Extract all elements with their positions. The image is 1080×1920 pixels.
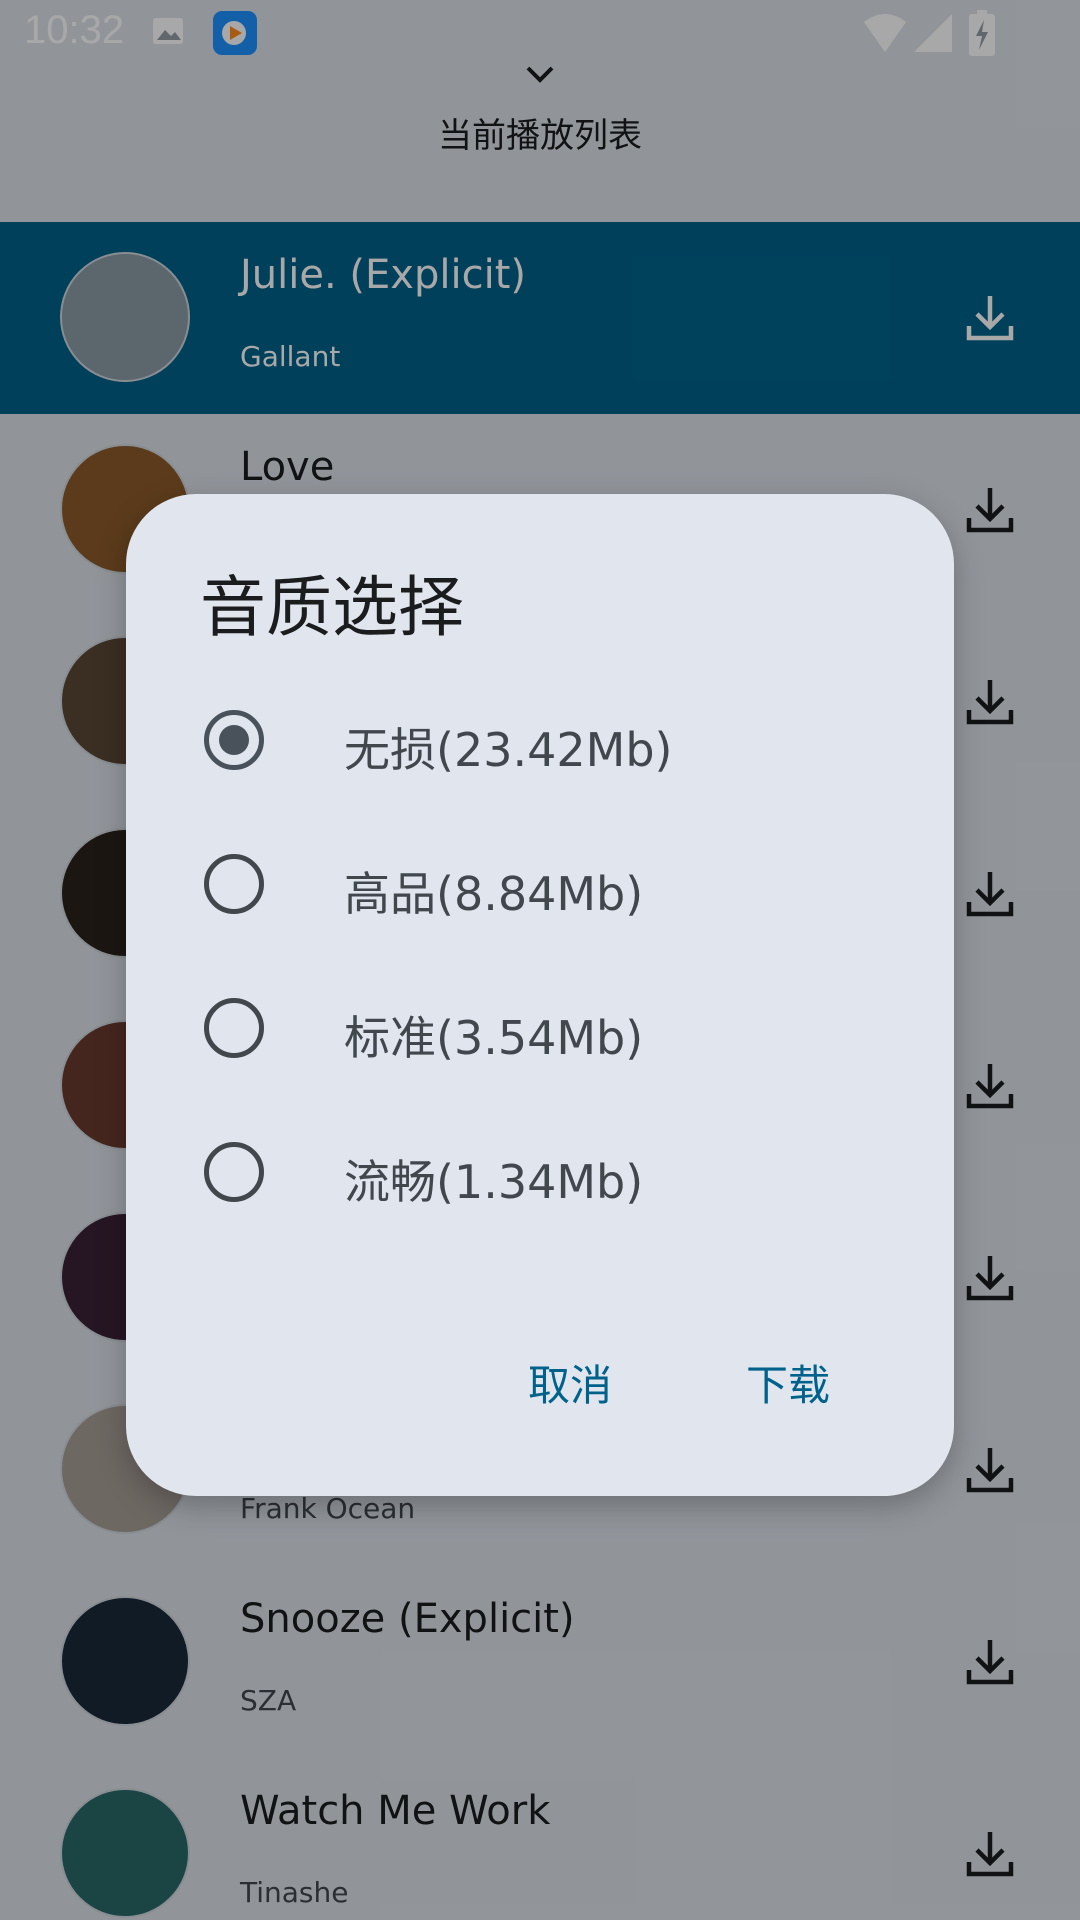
radio-button[interactable] [204,1142,264,1202]
radio-button[interactable] [204,854,264,914]
quality-option[interactable]: 高品(8.84Mb) [126,812,954,956]
quality-select-dialog: 音质选择 无损(23.42Mb) 高品(8.84Mb) 标准(3.54Mb) 流畅(1… [126,494,954,1496]
dialog-title: 音质选择 [200,569,464,646]
download-button[interactable]: 下载 [746,1352,830,1413]
dialog-actions: 取消 下载 [126,1346,954,1426]
cancel-button[interactable]: 取消 [528,1352,612,1413]
radio-button[interactable] [204,710,264,770]
quality-option[interactable]: 无损(23.42Mb) [126,668,954,812]
quality-options: 无损(23.42Mb) 高品(8.84Mb) 标准(3.54Mb) 流畅(1.34Mb… [126,668,954,1244]
radio-button[interactable] [204,998,264,1058]
quality-option[interactable]: 标准(3.54Mb) [126,956,954,1100]
option-label: 无损(23.42Mb) [344,723,673,777]
option-label: 标准(3.54Mb) [344,1011,644,1065]
option-label: 流畅(1.34Mb) [344,1155,644,1209]
option-label: 高品(8.84Mb) [344,867,644,921]
quality-option[interactable]: 流畅(1.34Mb) [126,1100,954,1244]
screen: 10:32 当前播放列表 Julie. (Explicit) Gallant L… [0,0,1080,1920]
